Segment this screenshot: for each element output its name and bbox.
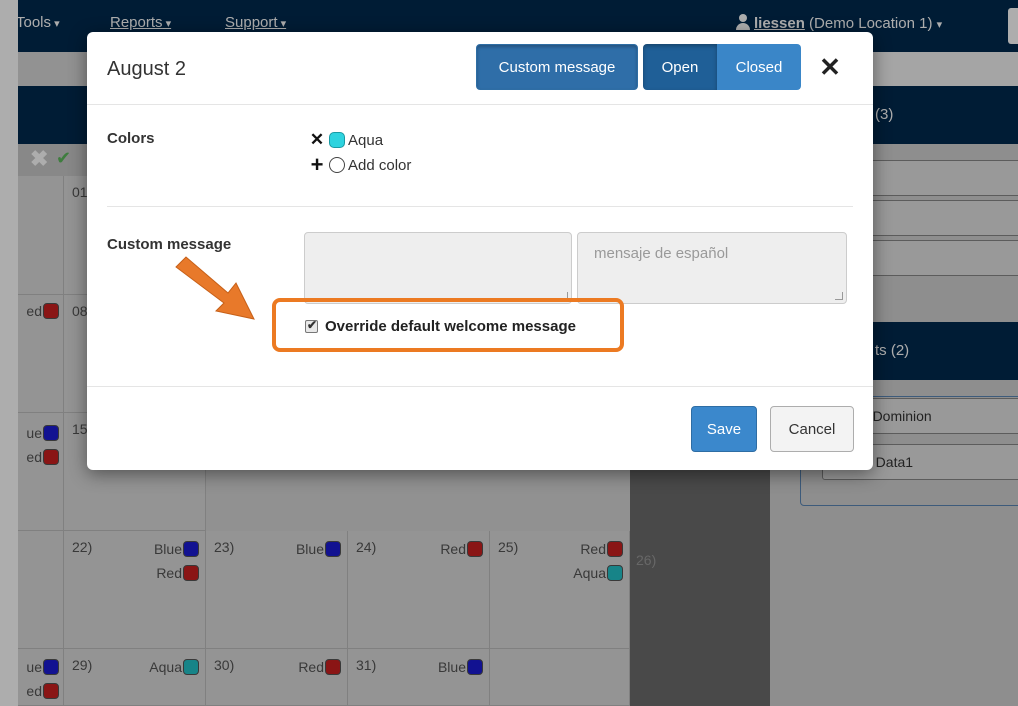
spanish-message-textarea[interactable]: mensaje de español [577,232,847,304]
cancel-button[interactable]: Cancel [770,406,854,452]
plus-icon[interactable]: + [309,154,325,176]
closed-button[interactable]: Closed [717,44,801,90]
add-color-label[interactable]: Add color [348,157,411,174]
modal-title: August 2 [107,58,186,80]
day-settings-modal: August 2 Custom message Open Closed ✕ Co… [87,32,873,470]
save-button[interactable]: Save [691,406,757,452]
section-divider [107,206,853,207]
empty-color-circle-icon [329,157,345,173]
color-name: Aqua [348,131,384,149]
remove-color-icon[interactable]: ✕ [309,130,325,150]
arrow-shape [175,256,255,320]
annotation-arrow-icon [175,256,255,320]
footer-divider [87,386,873,387]
close-icon[interactable]: ✕ [817,52,843,82]
english-message-textarea[interactable] [304,232,572,304]
open-button[interactable]: Open [643,44,717,90]
color-row-aqua: ✕ Aqua [309,130,383,150]
header-divider [87,104,873,105]
custom-message-button[interactable]: Custom message [476,44,638,90]
add-color-row[interactable]: + Add color [309,154,412,176]
colors-label: Colors [107,130,155,147]
custom-message-label: Custom message [107,236,232,253]
open-closed-toggle: Open Closed [643,44,801,90]
aqua-swatch [329,132,345,148]
annotation-highlight-box [272,298,624,352]
